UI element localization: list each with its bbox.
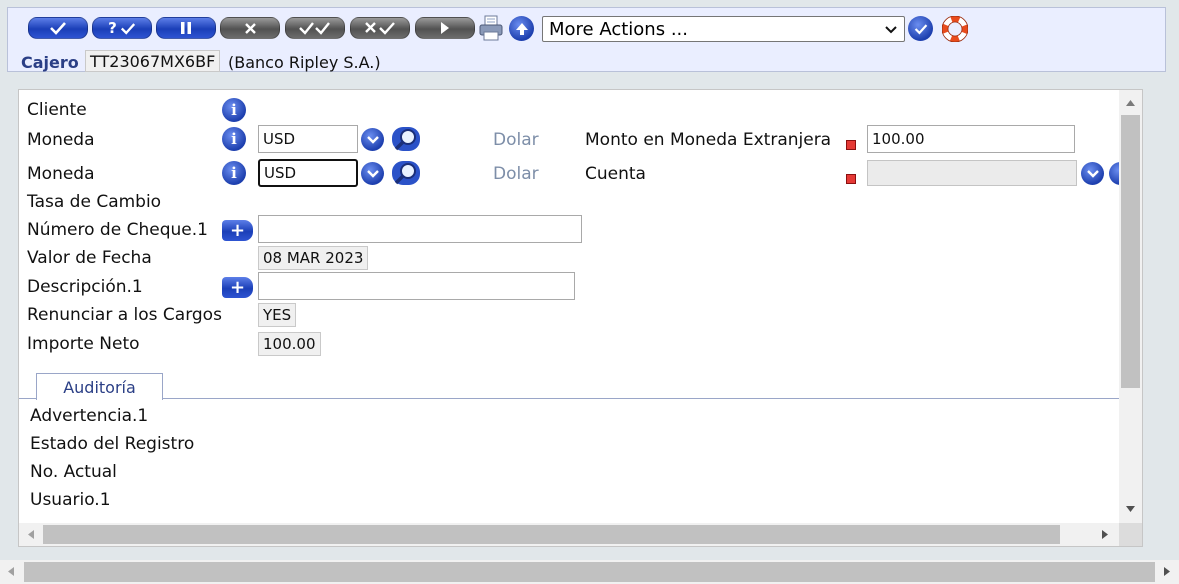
- add-icon[interactable]: +: [222, 220, 253, 241]
- hold-button[interactable]: [156, 17, 216, 39]
- dropdown-icon[interactable]: [361, 162, 384, 185]
- actual-label: No. Actual: [30, 462, 117, 482]
- play-icon: [441, 22, 449, 34]
- cajero-label: Cajero: [21, 53, 79, 72]
- cross-check-icon: [365, 22, 395, 35]
- pause-icon: [181, 22, 191, 34]
- cajero-bank: (Banco Ripley S.A.): [228, 53, 381, 72]
- check-icon: [120, 22, 135, 35]
- usuario-label: Usuario.1: [30, 490, 111, 510]
- double-check-icon: [299, 22, 330, 35]
- upload-icon[interactable]: [509, 16, 534, 41]
- question-icon: ?: [108, 19, 118, 37]
- dropdown-icon[interactable]: [1081, 162, 1104, 185]
- descripcion-field[interactable]: [258, 272, 575, 300]
- required-icon: [846, 174, 856, 184]
- scroll-left-icon[interactable]: [7, 566, 15, 577]
- more-actions-select[interactable]: More Actions ...: [542, 16, 905, 42]
- renunciar-label: Renunciar a los Cargos: [27, 305, 222, 325]
- delete-button[interactable]: [220, 17, 280, 39]
- dropdown-icon[interactable]: [361, 128, 384, 151]
- search-icon[interactable]: [391, 159, 421, 187]
- validate-button[interactable]: ?: [92, 17, 152, 39]
- renunciar-value: YES: [258, 303, 297, 327]
- help-lifebuoy-icon[interactable]: [941, 15, 969, 43]
- scroll-left-icon[interactable]: [27, 529, 35, 540]
- cheque-label: Número de Cheque.1: [27, 220, 208, 240]
- tab-label: Auditoría: [63, 377, 136, 397]
- moneda-label: Moneda: [27, 164, 95, 184]
- tasa-label: Tasa de Cambio: [27, 192, 162, 212]
- page-horizontal-scroll-thumb[interactable]: [24, 562, 1155, 582]
- moneda-label: Moneda: [27, 130, 95, 150]
- monto-field[interactable]: 100.00: [867, 125, 1075, 153]
- go-check-icon[interactable]: [908, 16, 933, 41]
- moneda-field[interactable]: USD: [258, 159, 358, 187]
- importe-value: 100.00: [258, 332, 321, 356]
- descripcion-label: Descripción.1: [27, 277, 143, 297]
- cheque-field[interactable]: [258, 215, 582, 243]
- toolbar: ? More Actions ... Cajero TT23067MX6BF (…: [7, 7, 1166, 72]
- estado-label: Estado del Registro: [30, 434, 195, 454]
- fecha-value: 08 MAR 2023: [258, 246, 369, 270]
- advertencia-label: Advertencia.1: [30, 406, 149, 426]
- scroll-up-icon[interactable]: [1125, 99, 1136, 107]
- monto-label: Monto en Moneda Extranjera: [585, 130, 832, 150]
- scrollbar-corner: [1119, 523, 1142, 546]
- cuenta-label: Cuenta: [585, 164, 646, 184]
- moneda-description: Dolar: [493, 130, 539, 150]
- info-icon[interactable]: i: [222, 98, 246, 122]
- moneda-description: Dolar: [493, 164, 539, 184]
- cliente-label: Cliente: [27, 100, 87, 120]
- search-icon[interactable]: [391, 125, 421, 153]
- info-icon[interactable]: i: [222, 161, 246, 185]
- check-icon: [50, 22, 66, 35]
- chevron-down-icon: [885, 26, 897, 34]
- scroll-right-icon[interactable]: [1101, 529, 1109, 540]
- authorise-button[interactable]: [285, 17, 345, 39]
- info-icon[interactable]: i: [222, 127, 246, 151]
- commit-button[interactable]: [28, 17, 88, 39]
- add-icon[interactable]: +: [222, 277, 253, 298]
- vertical-scroll-thumb[interactable]: [1121, 115, 1140, 388]
- moneda-field[interactable]: USD: [258, 125, 358, 153]
- reverse-button[interactable]: [350, 17, 410, 39]
- fecha-label: Valor de Fecha: [27, 248, 152, 268]
- cajero-id: TT23067MX6BF: [85, 50, 221, 72]
- tab-divider: [19, 398, 1119, 399]
- transaction-form: Cliente i Moneda i USD Dolar Monto en Mo…: [18, 89, 1143, 547]
- required-icon: [846, 140, 856, 150]
- cuenta-field[interactable]: [867, 160, 1077, 186]
- tab-auditoria[interactable]: Auditoría: [36, 373, 163, 400]
- more-actions-label: More Actions ...: [549, 18, 688, 40]
- close-icon: [244, 22, 256, 34]
- horizontal-scroll-thumb[interactable]: [43, 525, 1060, 544]
- scroll-down-icon[interactable]: [1125, 505, 1136, 513]
- next-button[interactable]: [415, 17, 475, 39]
- scroll-right-icon[interactable]: [1163, 566, 1171, 577]
- importe-label: Importe Neto: [27, 334, 140, 354]
- print-icon[interactable]: [479, 15, 503, 41]
